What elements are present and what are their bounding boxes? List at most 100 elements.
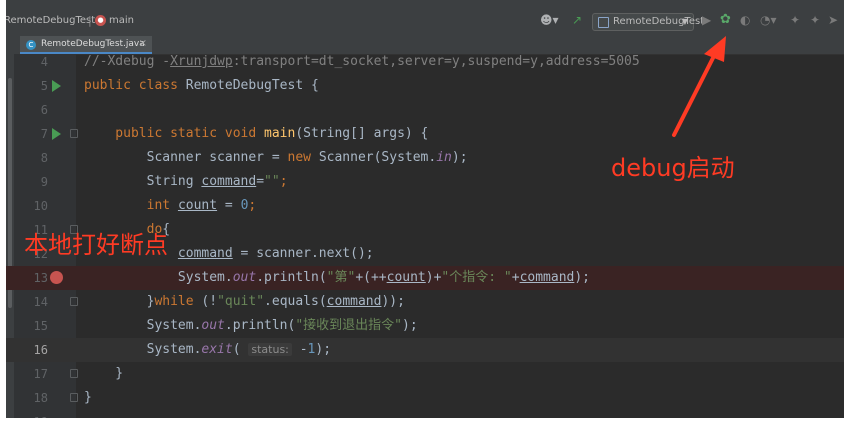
parameter-hint: status: [248, 343, 292, 356]
run-configuration-selector[interactable]: RemoteDebugTest ▼ [592, 13, 704, 31]
line-number: 17 [33, 367, 48, 381]
line-number: 15 [33, 319, 48, 333]
code-text: Scanner scanner = new Scanner(System.in)… [84, 150, 468, 165]
profiler-icon[interactable]: ◔▾ [760, 13, 777, 27]
build-hammer-icon[interactable]: ↗ [572, 13, 582, 27]
code-token: = [256, 174, 265, 189]
code-text: public static void main(String[] args) { [84, 126, 428, 141]
annotation-set-breakpoint: 本地打好断点 [24, 231, 168, 259]
coverage-icon[interactable]: ◐ [740, 13, 750, 27]
code-token: :transport=dt_socket,server=y,suspend=y,… [232, 54, 640, 69]
line-number: 8 [40, 151, 48, 165]
line-number: 16 [33, 343, 48, 357]
code-token: ); [451, 150, 468, 165]
fold-icon[interactable] [70, 369, 78, 378]
code-token: //-Xdebug - [84, 54, 171, 69]
code-token: RemoteDebugTest { [185, 78, 319, 93]
code-line[interactable]: 10 int count = 0; [6, 194, 844, 218]
code-text: //-Xdebug -Xrunjdwp:transport=dt_socket,… [84, 54, 640, 69]
line-number: 9 [40, 175, 48, 189]
code-line[interactable]: 7 public static void main(String[] args)… [6, 122, 844, 146]
code-token: new [287, 150, 319, 165]
configuration-icon [598, 17, 609, 28]
line-number: 5 [40, 79, 48, 93]
line-number: 7 [40, 127, 48, 141]
stop-icon[interactable]: ✦ [810, 13, 820, 27]
code-line[interactable]: 6 [6, 98, 844, 122]
project-breadcrumb[interactable]: RemoteDebugTest [6, 15, 95, 26]
code-line[interactable]: 5 public class RemoteDebugTest { [6, 74, 844, 98]
close-icon[interactable]: × [139, 38, 147, 49]
user-icon[interactable]: ☻▾ [540, 13, 559, 27]
code-text: } [84, 390, 92, 405]
code-token: String [84, 174, 202, 189]
code-token: Xrunjdwp [170, 54, 233, 69]
code-token: command [177, 246, 233, 261]
run-gutter-icon[interactable] [52, 128, 61, 140]
code-token: "个指令: " [441, 270, 512, 285]
code-text: System.out.println("第"+(++count)+"个指令: "… [84, 270, 590, 285]
code-text: System.exit( status: -1); [84, 342, 331, 357]
code-text: public class RemoteDebugTest { [84, 78, 319, 93]
code-token: command [201, 174, 257, 189]
run-gutter-icon[interactable] [52, 80, 61, 92]
code-token: Scanner scanner = [84, 150, 288, 165]
line-number: 18 [33, 391, 48, 405]
code-token: System. [84, 318, 202, 333]
code-token: System. [84, 270, 233, 285]
code-token: ; [279, 174, 288, 189]
breakpoint-icon[interactable] [50, 271, 63, 284]
chevron-down-icon: ▼ [681, 17, 688, 26]
code-line[interactable]: 13 System.out.println("第"+(++count)+"个指令… [6, 266, 844, 290]
code-token: count [177, 198, 218, 213]
attach-debugger-icon[interactable]: ✦ [790, 13, 800, 27]
code-token: )); [381, 294, 405, 309]
code-token: ); [574, 270, 591, 285]
code-text: String command=""; [84, 174, 288, 189]
code-token: } [84, 366, 124, 381]
fold-icon[interactable] [70, 393, 78, 402]
code-token: exit [201, 342, 233, 357]
code-token: .println( [224, 318, 296, 333]
code-token: public class [84, 78, 186, 93]
code-line[interactable]: 19 [6, 410, 844, 418]
code-token: in [436, 150, 452, 165]
code-token: command [326, 294, 382, 309]
line-number: 19 [14, 415, 48, 418]
fold-icon[interactable] [70, 297, 78, 306]
code-line[interactable]: 15 System.out.println("接收到退出指令"); [6, 314, 844, 338]
toolbar: RemoteDebugTest | ● main ☻▾ ↗ RemoteDebu… [6, 0, 844, 36]
code-text: }while (!"quit".equals(command)); [84, 294, 405, 309]
code-token: (! [201, 294, 218, 309]
code-token: .equals( [264, 294, 327, 309]
code-token: count [386, 270, 426, 285]
line-number: 6 [40, 103, 48, 117]
code-line[interactable]: 18} [6, 386, 844, 410]
code-token: "quit" [217, 294, 265, 309]
debug-bug-icon[interactable]: ✿ [720, 13, 731, 27]
code-token: ( [232, 342, 249, 357]
run-icon[interactable]: ▶ [702, 13, 711, 27]
fold-icon[interactable] [70, 129, 78, 138]
code-token: - [291, 342, 308, 357]
annotation-debug-start: debug启动 [611, 154, 735, 182]
code-line[interactable]: 17 } [6, 362, 844, 386]
tab-label: RemoteDebugTest.java [41, 39, 145, 49]
code-token: main [264, 126, 296, 141]
code-line[interactable]: 16 System.exit( status: -1); [6, 338, 844, 362]
code-token: ); [402, 318, 418, 333]
java-class-icon: C [26, 40, 36, 50]
code-text: } [84, 366, 123, 381]
code-line[interactable]: 4 //-Xdebug -Xrunjdwp:transport=dt_socket… [6, 50, 844, 74]
branch-name[interactable]: main [109, 15, 134, 26]
code-line[interactable]: 14 }while (!"quit".equals(command)); [6, 290, 844, 314]
breadcrumb-separator: | [88, 14, 92, 27]
code-token: int [146, 198, 178, 213]
code-token: public static void [84, 126, 265, 141]
code-token: command [519, 270, 575, 285]
vcs-icon[interactable]: ➤ [828, 13, 838, 27]
code-token: "" [264, 174, 280, 189]
code-token: while [154, 294, 202, 309]
line-number: 4 [40, 55, 48, 69]
